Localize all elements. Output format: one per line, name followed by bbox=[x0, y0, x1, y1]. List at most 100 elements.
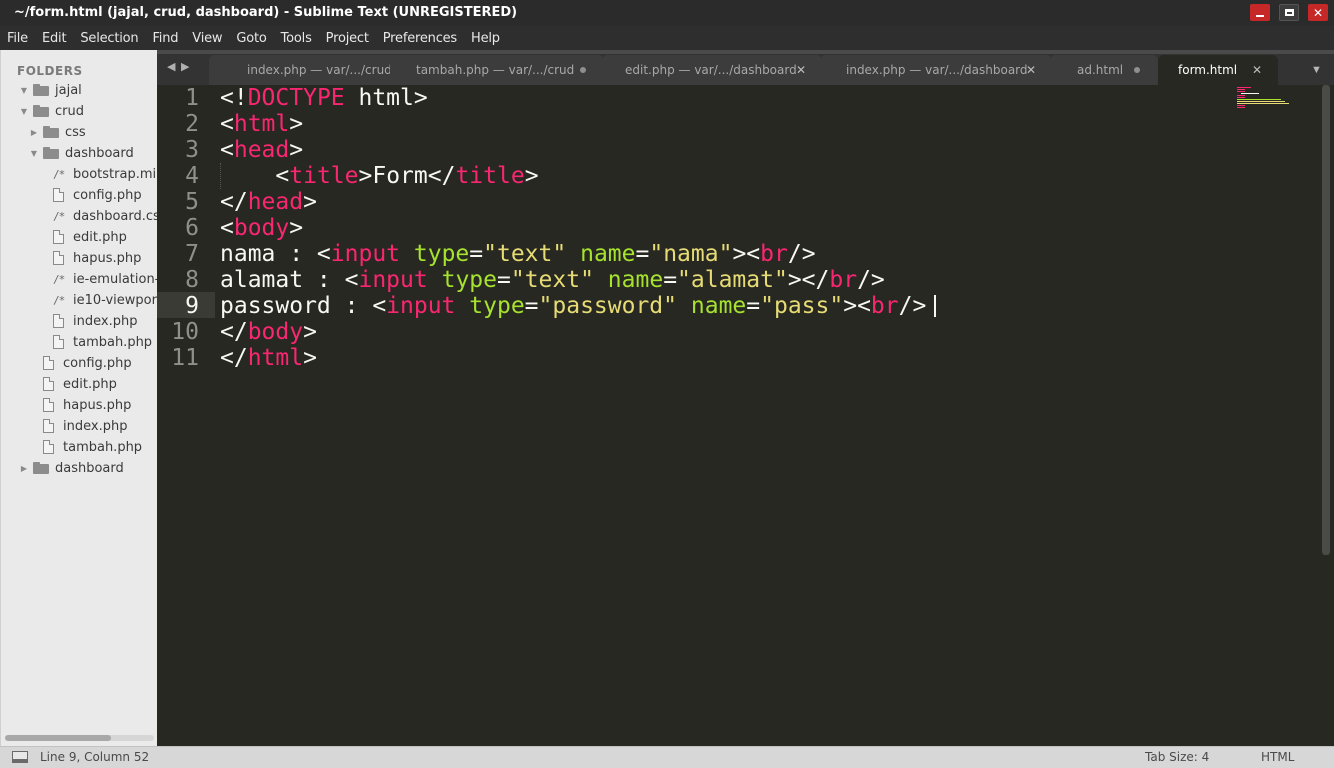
tree-file[interactable]: /* dashboard.css bbox=[53, 206, 157, 226]
tree-file[interactable]: edit.php bbox=[43, 374, 117, 394]
tree-file[interactable]: /* bootstrap.min bbox=[53, 164, 157, 184]
tree-file[interactable]: config.php bbox=[53, 185, 142, 205]
tab-3[interactable]: index.php — var/.../dashboard ✕ bbox=[820, 55, 1052, 85]
code-line[interactable]: </body> bbox=[220, 319, 317, 345]
collapsed-arrow-icon[interactable]: ▶ bbox=[19, 464, 29, 473]
tree-file[interactable]: /* ie-emulation-m bbox=[53, 269, 157, 289]
unsaved-dot-icon[interactable] bbox=[580, 67, 586, 73]
code-line[interactable]: <html> bbox=[220, 111, 303, 137]
code-line[interactable]: nama : <input type="text" name="nama"><b… bbox=[220, 241, 816, 267]
tab-5[interactable]: form.html ✕ bbox=[1158, 55, 1278, 85]
syntax-selector[interactable]: HTML bbox=[1261, 750, 1294, 764]
tree-file[interactable]: hapus.php bbox=[53, 248, 141, 268]
menu-view[interactable]: View bbox=[192, 31, 222, 46]
code-line[interactable]: <head> bbox=[220, 137, 303, 163]
tree-item-label: hapus.php bbox=[63, 397, 132, 413]
maximize-button[interactable] bbox=[1279, 4, 1299, 21]
title-bar: ~/form.html (jajal, crud, dashboard) - S… bbox=[0, 0, 1334, 26]
file-icon bbox=[53, 335, 64, 349]
code-line[interactable]: </head> bbox=[220, 189, 317, 215]
code-line[interactable]: alamat : <input type="text" name="alamat… bbox=[220, 267, 885, 293]
code-editor[interactable]: 1 2 3 4 5 6 7 8 9 10 11 <!DOCTYPE html> <html> <head… bbox=[157, 85, 1334, 746]
code-text: password : < bbox=[220, 293, 387, 319]
tree-folder[interactable]: ▼ jajal bbox=[19, 80, 82, 100]
file-icon bbox=[53, 251, 64, 265]
unsaved-dot-icon[interactable] bbox=[1134, 67, 1140, 73]
tree-file[interactable]: tambah.php bbox=[43, 437, 142, 457]
tab-scroll-right-icon[interactable]: ▶ bbox=[181, 60, 189, 73]
text-cursor bbox=[934, 295, 936, 317]
tree-folder[interactable]: ▼ crud bbox=[19, 101, 84, 121]
file-icon bbox=[43, 377, 54, 391]
tree-file[interactable]: config.php bbox=[43, 353, 132, 373]
folder-icon bbox=[43, 147, 59, 159]
menu-project[interactable]: Project bbox=[326, 31, 369, 46]
tab-label: index.php — var/.../crud bbox=[247, 63, 392, 77]
sidebar-scrollbar-thumb[interactable] bbox=[5, 735, 111, 741]
panel-toggle-icon[interactable] bbox=[12, 751, 28, 763]
close-button[interactable]: ✕ bbox=[1308, 4, 1328, 21]
expanded-arrow-icon[interactable]: ▼ bbox=[29, 149, 39, 158]
tree-file[interactable]: hapus.php bbox=[43, 395, 131, 415]
tree-item-label: hapus.php bbox=[73, 250, 142, 266]
code-attribute: type bbox=[413, 241, 470, 267]
editor-vertical-scrollbar[interactable] bbox=[1322, 85, 1330, 555]
sidebar-horizontal-scrollbar[interactable] bbox=[5, 735, 154, 741]
tree-folder[interactable]: ▶ css bbox=[29, 122, 86, 142]
menu-edit[interactable]: Edit bbox=[42, 31, 67, 46]
code-line[interactable]: <body> bbox=[220, 215, 303, 241]
minimap[interactable] bbox=[1237, 85, 1307, 109]
menu-preferences[interactable]: Preferences bbox=[383, 31, 457, 46]
code-tag-name: html bbox=[247, 345, 304, 371]
menu-file[interactable]: File bbox=[7, 31, 28, 46]
minimap-line bbox=[1237, 99, 1281, 100]
tree-item-label: jajal bbox=[55, 82, 82, 98]
menu-goto[interactable]: Goto bbox=[236, 31, 266, 46]
code-attribute: name bbox=[580, 241, 636, 267]
code-tag-name: input bbox=[358, 267, 428, 293]
menu-find[interactable]: Find bbox=[152, 31, 178, 46]
tab-close-icon[interactable]: ✕ bbox=[1252, 63, 1262, 77]
tree-folder[interactable]: ▼ dashboard bbox=[29, 143, 134, 163]
menu-help[interactable]: Help bbox=[471, 31, 500, 46]
tree-item-label: ie-emulation-m bbox=[73, 271, 157, 287]
tab-close-icon[interactable]: ✕ bbox=[796, 63, 806, 77]
code-line[interactable]: <title>Form</title> bbox=[220, 163, 538, 189]
cursor-position: Line 9, Column 52 bbox=[40, 750, 150, 764]
collapsed-arrow-icon[interactable]: ▶ bbox=[29, 128, 39, 137]
tab-4[interactable]: ad.html bbox=[1050, 55, 1158, 85]
tree-folder[interactable]: ▶ dashboard bbox=[19, 458, 124, 478]
menu-tools[interactable]: Tools bbox=[281, 31, 312, 46]
tab-overflow-dropdown-icon[interactable]: ▼ bbox=[1311, 64, 1322, 76]
tab-scroll-left-icon[interactable]: ◀ bbox=[167, 60, 175, 73]
tab-bar: ◀ ▶ index.php — var/.../crud tambah.php —… bbox=[157, 50, 1334, 85]
code-text: > bbox=[303, 319, 317, 345]
code-line[interactable]: password : <input type="password" name="… bbox=[220, 293, 926, 319]
tree-file[interactable]: tambah.php bbox=[53, 332, 152, 352]
folder-icon bbox=[33, 462, 49, 474]
tree-file[interactable]: index.php bbox=[53, 311, 137, 331]
code-tag-name: title bbox=[455, 163, 525, 189]
code-string: "password" bbox=[538, 293, 678, 319]
menu-selection[interactable]: Selection bbox=[80, 31, 138, 46]
comment-file-icon: /* bbox=[53, 293, 65, 307]
tree-file[interactable]: edit.php bbox=[53, 227, 127, 247]
minimize-button[interactable] bbox=[1250, 4, 1270, 21]
line-number: 1 bbox=[185, 85, 199, 111]
code-text: </ bbox=[220, 319, 248, 345]
code-string: "nama" bbox=[649, 241, 733, 267]
tree-file[interactable]: index.php bbox=[43, 416, 127, 436]
code-line[interactable]: </html> bbox=[220, 345, 317, 371]
tab-2[interactable]: edit.php — var/.../dashboard ✕ bbox=[602, 55, 822, 85]
expanded-arrow-icon[interactable]: ▼ bbox=[19, 107, 29, 116]
tab-label: tambah.php — var/.../crud bbox=[416, 63, 575, 77]
tree-file[interactable]: /* ie10-viewport bbox=[53, 290, 157, 310]
tab-close-icon[interactable]: ✕ bbox=[1026, 63, 1036, 77]
file-icon bbox=[53, 230, 64, 244]
code-line[interactable]: <!DOCTYPE html> bbox=[220, 85, 428, 111]
tab-size-selector[interactable]: Tab Size: 4 bbox=[1145, 750, 1209, 764]
expanded-arrow-icon[interactable]: ▼ bbox=[19, 86, 29, 95]
tab-1[interactable]: tambah.php — var/.../crud bbox=[390, 55, 604, 85]
